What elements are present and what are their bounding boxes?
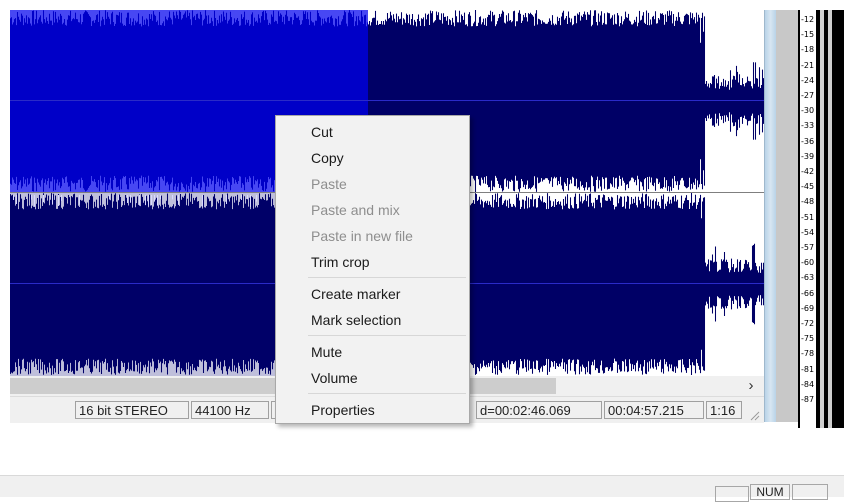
menu-item-mute[interactable]: Mute <box>276 340 469 364</box>
bit-depth-field: 16 bit STEREO <box>75 401 189 419</box>
menu-item-volume[interactable]: Volume <box>276 366 469 390</box>
menu-item-trim-crop[interactable]: Trim crop <box>276 250 469 274</box>
meter-tick-label: -78 <box>801 349 815 359</box>
meter-tick-label: -42 <box>801 167 815 176</box>
meter-tick-label: -33 <box>801 121 815 131</box>
meter-tick-label: -84 <box>801 379 815 389</box>
menu-separator <box>308 393 466 394</box>
meter-tick-label: -63 <box>801 273 815 283</box>
meter-tick-label: -48 <box>801 197 815 207</box>
meter-tick-label: -27 <box>801 91 815 100</box>
app-status-bar: NUM <box>0 475 844 502</box>
total-length-field: 00:04:57.215 <box>604 401 704 419</box>
meter-scale: -12 -15 -18 -21 -24 -27 -30 -33 -36 -39 -42 -45 -48 -… <box>800 10 816 428</box>
meter-tick-label: -72 <box>801 319 815 328</box>
meter-tick-label: -45 <box>801 182 815 192</box>
audio-editor-window: › 16 bit STEREO 44100 Hz d=00:02:46.069 … <box>0 0 844 502</box>
sample-rate-field: 44100 Hz <box>191 401 269 419</box>
status-panel-caps <box>715 486 749 502</box>
meter-tick-label: -21 <box>801 60 815 70</box>
menu-item-cut[interactable]: Cut <box>276 120 469 144</box>
menu-item-mark-selection[interactable]: Mark selection <box>276 308 469 332</box>
resize-grip-icon[interactable] <box>748 409 760 421</box>
meter-tick-label: -66 <box>801 288 815 298</box>
menu-separator <box>308 335 466 336</box>
menu-item-paste[interactable]: Paste <box>276 172 469 196</box>
vertical-strip <box>776 10 798 422</box>
menu-item-copy[interactable]: Copy <box>276 146 469 170</box>
meter-bar-right <box>828 10 832 428</box>
meter-tick-label: -12 <box>801 15 815 24</box>
meter-tick-label: -30 <box>801 106 815 116</box>
meter-tick-label: -15 <box>801 30 815 40</box>
meter-tick-label: -60 <box>801 258 815 268</box>
center-line-left <box>10 100 764 101</box>
meter-tick-label: -69 <box>801 303 815 313</box>
menu-separator <box>308 277 466 278</box>
meter-tick-label: -18 <box>801 45 815 55</box>
meter-tick-label: -87 <box>801 395 815 404</box>
meter-tick-label: -51 <box>801 212 815 222</box>
zoom-field: 1:16 <box>706 401 742 419</box>
menu-item-paste-in-new-file[interactable]: Paste in new file <box>276 224 469 248</box>
selection-duration-field: d=00:02:46.069 <box>476 401 602 419</box>
menu-item-properties[interactable]: Properties <box>276 398 469 422</box>
meter-tick-label: -57 <box>801 243 815 252</box>
meter-tick-label: -54 <box>801 227 815 237</box>
meter-tick-label: -39 <box>801 151 815 161</box>
context-menu: Cut Copy Paste Paste and mix Paste in ne… <box>275 115 470 424</box>
num-lock-indicator: NUM <box>750 484 790 500</box>
menu-item-paste-and-mix[interactable]: Paste and mix <box>276 198 469 222</box>
meter-tick-label: -81 <box>801 364 815 374</box>
menu-item-create-marker[interactable]: Create marker <box>276 282 469 306</box>
level-meter: -12 -15 -18 -21 -24 -27 -30 -33 -36 -39 -42 -45 -48 -… <box>798 10 844 428</box>
meter-tick-label: -75 <box>801 334 815 344</box>
status-panel-scroll <box>792 484 828 500</box>
meter-tick-label: -36 <box>801 136 815 146</box>
pane-splitter[interactable] <box>764 10 776 422</box>
scroll-right-arrow-icon[interactable]: › <box>738 376 764 396</box>
meter-tick-label: -24 <box>801 75 815 85</box>
meter-bar-left <box>820 10 824 428</box>
